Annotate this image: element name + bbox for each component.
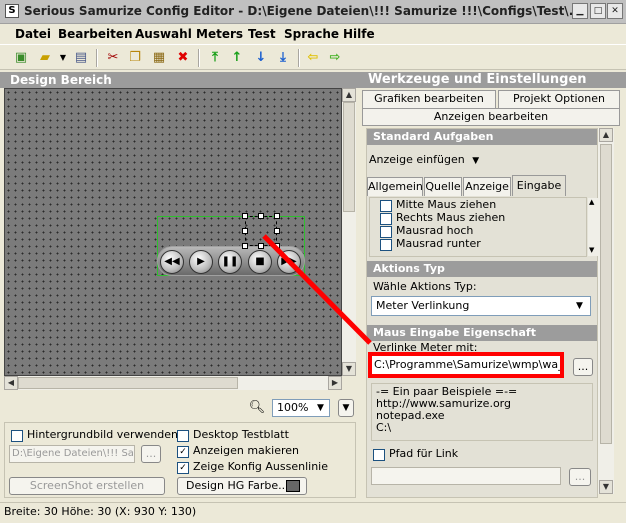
status-text: Breite: 30 Höhe: 30 (X: 930 Y: 130) bbox=[4, 505, 197, 518]
arrow-line bbox=[262, 234, 372, 345]
status-bar: Breite: 30 Höhe: 30 (X: 930 Y: 130) bbox=[0, 502, 626, 523]
highlight-arrow bbox=[262, 234, 372, 345]
